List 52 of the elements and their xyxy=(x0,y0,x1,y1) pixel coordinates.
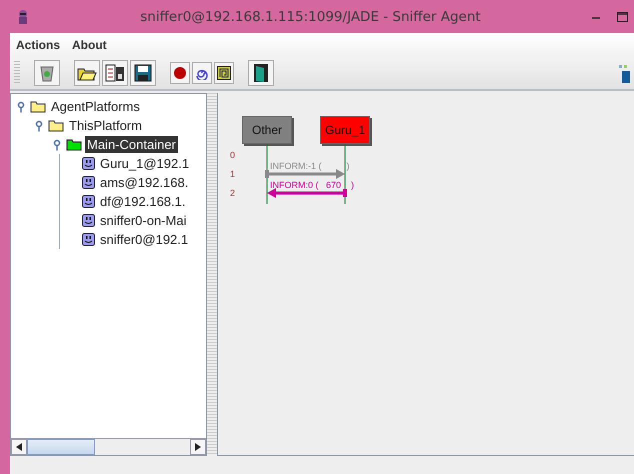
folder-icon xyxy=(48,119,64,132)
tree-item[interactable]: Guru_1@192.1 xyxy=(98,155,192,172)
app-icon xyxy=(16,8,30,24)
folder-icon xyxy=(66,138,82,151)
message-arrow[interactable] xyxy=(267,188,347,198)
agent-box[interactable]: Guru_1 xyxy=(320,116,370,144)
expand-handle-icon[interactable] xyxy=(15,100,27,112)
tree-item[interactable]: sniffer0-on-Mai xyxy=(98,212,188,229)
smiley-icon xyxy=(82,233,95,246)
agent-box[interactable]: Other xyxy=(242,116,292,144)
square-spiral-button[interactable] xyxy=(214,62,234,84)
smiley-icon xyxy=(82,176,95,189)
scrollbar-thumb[interactable] xyxy=(27,439,95,455)
window-title: sniffer0@192.168.1.115:1099/JADE - Sniffer Agent xyxy=(139,8,482,24)
smiley-icon xyxy=(82,214,95,227)
tree-item[interactable]: Main-Container xyxy=(85,136,178,153)
door-icon xyxy=(253,63,269,83)
trash-button[interactable] xyxy=(34,60,60,86)
trash-icon xyxy=(39,64,55,82)
message-label: INFORM:0 ( 670 ) xyxy=(270,180,354,190)
tree-item[interactable]: ams@192.168. xyxy=(98,174,190,191)
maximize-icon[interactable] xyxy=(617,12,628,22)
square-spiral-icon xyxy=(217,66,231,80)
tree-item[interactable]: sniffer0@192.1 xyxy=(98,231,190,248)
message-arrow[interactable] xyxy=(265,169,345,179)
expand-handle-icon[interactable] xyxy=(33,120,45,132)
open-button[interactable] xyxy=(74,60,100,86)
row-number: 2 xyxy=(230,188,236,198)
record-icon xyxy=(173,66,187,80)
row-number: 1 xyxy=(230,169,236,179)
row-number: 0 xyxy=(230,150,236,160)
menu-item[interactable]: About xyxy=(72,38,107,52)
lifeline xyxy=(344,144,346,204)
menu-item[interactable]: Actions xyxy=(16,38,60,52)
record-button[interactable] xyxy=(170,62,190,84)
tree-item[interactable]: ThisPlatform xyxy=(67,117,144,134)
expand-handle-icon[interactable] xyxy=(51,138,63,150)
scroll-left-icon[interactable] xyxy=(11,439,27,455)
folder-icon xyxy=(30,100,46,113)
smiley-icon xyxy=(82,195,95,208)
smiley-icon xyxy=(82,157,95,170)
document-icon xyxy=(105,64,125,82)
lifeline xyxy=(266,144,268,204)
document-button[interactable] xyxy=(102,60,128,86)
tree-item[interactable]: AgentPlatforms xyxy=(49,98,142,115)
logo-icon xyxy=(618,62,630,84)
tree-item[interactable]: df@192.168.1. xyxy=(98,193,188,210)
exit-button[interactable] xyxy=(248,60,274,86)
scroll-right-icon[interactable] xyxy=(190,439,206,455)
swirl-button[interactable] xyxy=(192,62,212,84)
message-label: INFORM:-1 ( ) xyxy=(270,161,350,171)
save-button[interactable] xyxy=(130,60,156,86)
